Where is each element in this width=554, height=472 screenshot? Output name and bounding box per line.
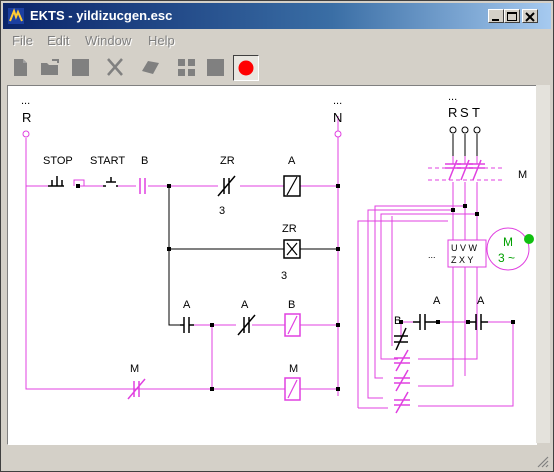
motor-type: 3 ~	[498, 251, 515, 265]
menu-window[interactable]: Window	[85, 33, 131, 48]
label-coil-zr-value: 3	[281, 270, 287, 282]
contact-a1-symbol	[180, 317, 194, 333]
motor-name: M	[503, 235, 513, 249]
resize-grip-icon[interactable]	[535, 454, 549, 468]
contact-b-symbol	[139, 178, 146, 194]
label-row3-contact-2: A	[241, 299, 249, 311]
label-row3-contact-1: A	[183, 299, 191, 311]
label-phase-t: T	[472, 105, 480, 120]
label-coil-a: A	[288, 155, 296, 167]
status-bar	[3, 448, 551, 470]
label-coil-zr: ZR	[282, 223, 297, 235]
record-button[interactable]	[233, 55, 259, 81]
delete-button[interactable]	[103, 55, 129, 81]
save-icon	[72, 59, 89, 76]
new-file-icon	[14, 59, 27, 76]
ladder-diagram: ... R ... N STOP START B ZR 3 A ZR 3 A A…	[21, 91, 534, 414]
terminal-r	[22, 130, 30, 138]
component-icon	[142, 61, 159, 74]
circuit-canvas[interactable]: ... R ... N STOP START B ZR 3 A ZR 3 A A…	[7, 85, 537, 445]
phase-lines	[452, 134, 478, 156]
menu-edit[interactable]: Edit	[47, 33, 69, 48]
stop-button[interactable]	[203, 55, 229, 81]
motor-terminals-bottom: Z X Y	[451, 255, 473, 265]
close-icon	[525, 12, 535, 22]
power-contact-a2	[468, 314, 488, 330]
app-window: EKTS - yildizucgen.esc File Edit Window …	[0, 0, 554, 472]
app-icon	[8, 8, 24, 24]
label-main-contacts: M	[518, 169, 527, 181]
label-n: N	[333, 110, 342, 125]
menu-help[interactable]: Help	[148, 33, 175, 48]
minimize-button[interactable]	[488, 9, 504, 23]
label-phase-s: S	[460, 105, 469, 120]
label-r: R	[22, 110, 31, 125]
label-stop: STOP	[43, 155, 73, 167]
title-bar[interactable]: EKTS - yildizucgen.esc	[3, 3, 551, 29]
simulate-button[interactable]	[174, 55, 200, 81]
menu-bar: File Edit Window Help	[3, 30, 551, 50]
terminal-phase-s	[461, 126, 469, 134]
minimize-icon	[492, 19, 499, 21]
stop-button-symbol	[48, 176, 64, 187]
label-coil-m: M	[289, 363, 298, 375]
open-folder-button[interactable]	[38, 55, 64, 81]
open-folder-icon	[41, 59, 59, 75]
contact-zr-symbol	[217, 175, 236, 197]
menu-file[interactable]: File	[12, 33, 33, 48]
phase-ellipsis: ...	[448, 91, 457, 103]
power-contact-a1	[413, 314, 438, 330]
label-start: START	[90, 155, 125, 167]
component-button[interactable]	[138, 55, 164, 81]
maximize-button[interactable]	[504, 9, 520, 23]
label-power-b: B	[394, 315, 401, 327]
motor-ellipsis: ...	[428, 250, 436, 260]
label-contact-b: B	[141, 155, 148, 167]
save-button[interactable]	[68, 55, 94, 81]
vertical-scrollbar[interactable]	[536, 85, 550, 443]
left-rail-ellipsis: ...	[21, 95, 30, 107]
window-title: EKTS - yildizucgen.esc	[30, 8, 173, 23]
scissors-icon	[107, 58, 123, 76]
right-rail-ellipsis: ...	[333, 95, 342, 107]
label-contact-zr: ZR	[220, 155, 235, 167]
label-contact-zr-value: 3	[219, 205, 225, 217]
terminal-phase-r	[449, 126, 457, 134]
start-button-symbol	[103, 177, 118, 187]
toolbar	[3, 53, 551, 83]
label-power-a2: A	[477, 295, 485, 307]
close-button[interactable]	[522, 9, 538, 23]
simulate-icon	[178, 59, 195, 76]
control-black-wires	[168, 186, 338, 326]
label-coil-b: B	[288, 299, 295, 311]
stop-icon	[207, 59, 224, 76]
power-wires	[357, 156, 514, 409]
record-icon	[238, 60, 254, 76]
label-contact-m: M	[130, 363, 139, 375]
terminal-n	[334, 130, 342, 138]
motor-terminals-top: U V W	[451, 243, 478, 253]
label-power-a1: A	[433, 295, 441, 307]
terminal-phase-t	[473, 126, 481, 134]
maximize-icon	[507, 12, 517, 21]
motor-status-indicator	[524, 234, 534, 244]
new-file-button[interactable]	[8, 55, 34, 81]
label-phase-r: R	[448, 105, 457, 120]
